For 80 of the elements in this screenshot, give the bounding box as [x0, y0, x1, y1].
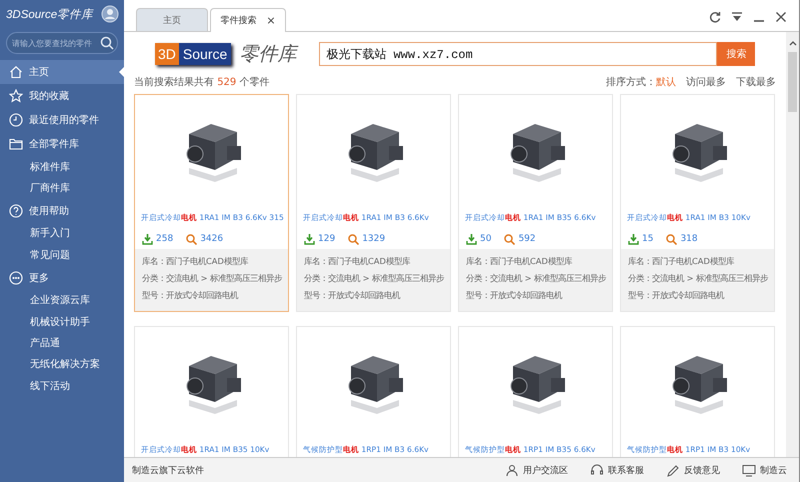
sort-option[interactable]: 访问最多 — [686, 75, 726, 89]
search-icon — [666, 234, 678, 244]
logo: 3D Source — [155, 43, 232, 65]
app-title: 3DSource零件库 — [6, 8, 94, 22]
detail-text: 型号：开放式冷却回路电机 — [142, 289, 240, 302]
scroll-up-icon[interactable] — [788, 40, 796, 46]
sidebar-item[interactable]: 无纸化解决方案 — [0, 354, 124, 376]
status-link[interactable]: 联系客服 — [590, 464, 644, 476]
detail-text: 分类：交流电机 > 标准型高压三相异步 — [628, 272, 767, 285]
detail-text: 分类：交流电机 > 标准型高压三相异步 — [142, 272, 281, 285]
sidebar-item[interactable]: 厂商件库 — [0, 177, 124, 199]
sidebar-item[interactable]: 企业资源云库 — [0, 290, 124, 311]
sidebar-item[interactable]: 主页 — [0, 60, 124, 84]
home-icon — [9, 65, 23, 79]
clock-icon — [9, 113, 23, 127]
help-icon — [9, 204, 23, 218]
headset-icon — [590, 464, 604, 476]
more-icon — [9, 270, 23, 285]
sort-label: 排序方式： — [606, 76, 656, 89]
sidebar-item[interactable]: 更多 — [0, 266, 124, 290]
detail-text: 库名：西门子电机CAD模型库 — [466, 255, 573, 268]
download-icon — [628, 234, 639, 244]
tab[interactable]: 零件搜索 × — [210, 8, 286, 32]
status-link[interactable]: 用户交流区 — [505, 464, 568, 476]
pen-icon — [666, 464, 680, 476]
sidebar-item[interactable]: 使用帮助 — [0, 198, 124, 223]
users-icon — [505, 464, 519, 476]
dropdown-icon[interactable] — [731, 11, 743, 23]
download-icon — [304, 234, 315, 244]
result-count: 当前搜索结果共有 529 个零件 — [134, 76, 270, 89]
view-count: 1329 — [362, 234, 386, 244]
search-icon — [504, 234, 516, 244]
sort-option[interactable]: 下载最多 — [736, 75, 776, 89]
folder-icon — [9, 137, 23, 151]
user-avatar-icon[interactable] — [101, 5, 119, 23]
sidebar-item[interactable]: 标准件库 — [0, 156, 124, 178]
sort-option[interactable]: 默认 — [656, 75, 676, 89]
detail-text: 型号：开放式冷却回路电机 — [466, 289, 564, 302]
search-icon[interactable] — [100, 36, 114, 50]
detail-text: 分类：交流电机 > 标准型高压三相异步 — [466, 272, 605, 285]
star-icon — [9, 89, 23, 103]
close-icon[interactable] — [775, 11, 787, 23]
search-field[interactable]: 请输入您要查找的零件 — [6, 32, 118, 54]
search-icon — [186, 234, 198, 244]
view-count: 318 — [680, 234, 698, 244]
status-link[interactable]: 制造云 — [742, 464, 787, 476]
status-text: 制造云旗下云软件 — [132, 464, 204, 476]
detail-text: 型号：开放式冷却回路电机 — [304, 289, 402, 302]
sidebar-item[interactable]: 我的收藏 — [0, 84, 124, 108]
sidebar-item[interactable]: 机械设计助手 — [0, 310, 124, 332]
view-count: 592 — [518, 234, 536, 244]
sidebar-item[interactable]: 常见问题 — [0, 244, 124, 266]
scrollbar[interactable] — [786, 32, 799, 457]
sidebar-item[interactable]: 产品通 — [0, 332, 124, 354]
sidebar-item[interactable]: 全部零件库 — [0, 132, 124, 156]
tab[interactable]: 主页 — [136, 8, 208, 31]
search-button[interactable]: 搜索 — [717, 42, 756, 66]
view-count: 3426 — [200, 234, 224, 244]
download-count: 15 — [642, 234, 654, 244]
detail-text: 分类：交流电机 > 标准型高压三相异步 — [304, 272, 443, 285]
download-icon — [142, 234, 153, 244]
close-tab-button[interactable]: × — [266, 14, 276, 27]
scrollbar-thumb[interactable] — [788, 52, 797, 112]
detail-text: 库名：西门子电机CAD模型库 — [628, 255, 735, 268]
download-count: 258 — [156, 234, 174, 244]
download-icon — [466, 234, 477, 244]
search-field[interactable]: 极光下载站 www.xz7.com — [319, 42, 718, 66]
status-link[interactable]: 反馈意见 — [666, 464, 720, 476]
detail-text: 库名：西门子电机CAD模型库 — [142, 255, 249, 268]
detail-text: 库名：西门子电机CAD模型库 — [304, 255, 411, 268]
search-icon — [348, 234, 360, 244]
download-count: 129 — [318, 234, 336, 244]
download-count: 50 — [480, 234, 492, 244]
monitor-icon — [742, 464, 756, 476]
sidebar-item[interactable]: 最近使用的零件 — [0, 108, 124, 132]
logo-title: 零件库 — [239, 42, 300, 67]
detail-text: 型号：开放式冷却回路电机 — [628, 289, 726, 302]
sidebar-item[interactable]: 新手入门 — [0, 222, 124, 244]
sidebar-item[interactable]: 线下活动 — [0, 375, 124, 397]
refresh-icon[interactable] — [709, 11, 721, 23]
